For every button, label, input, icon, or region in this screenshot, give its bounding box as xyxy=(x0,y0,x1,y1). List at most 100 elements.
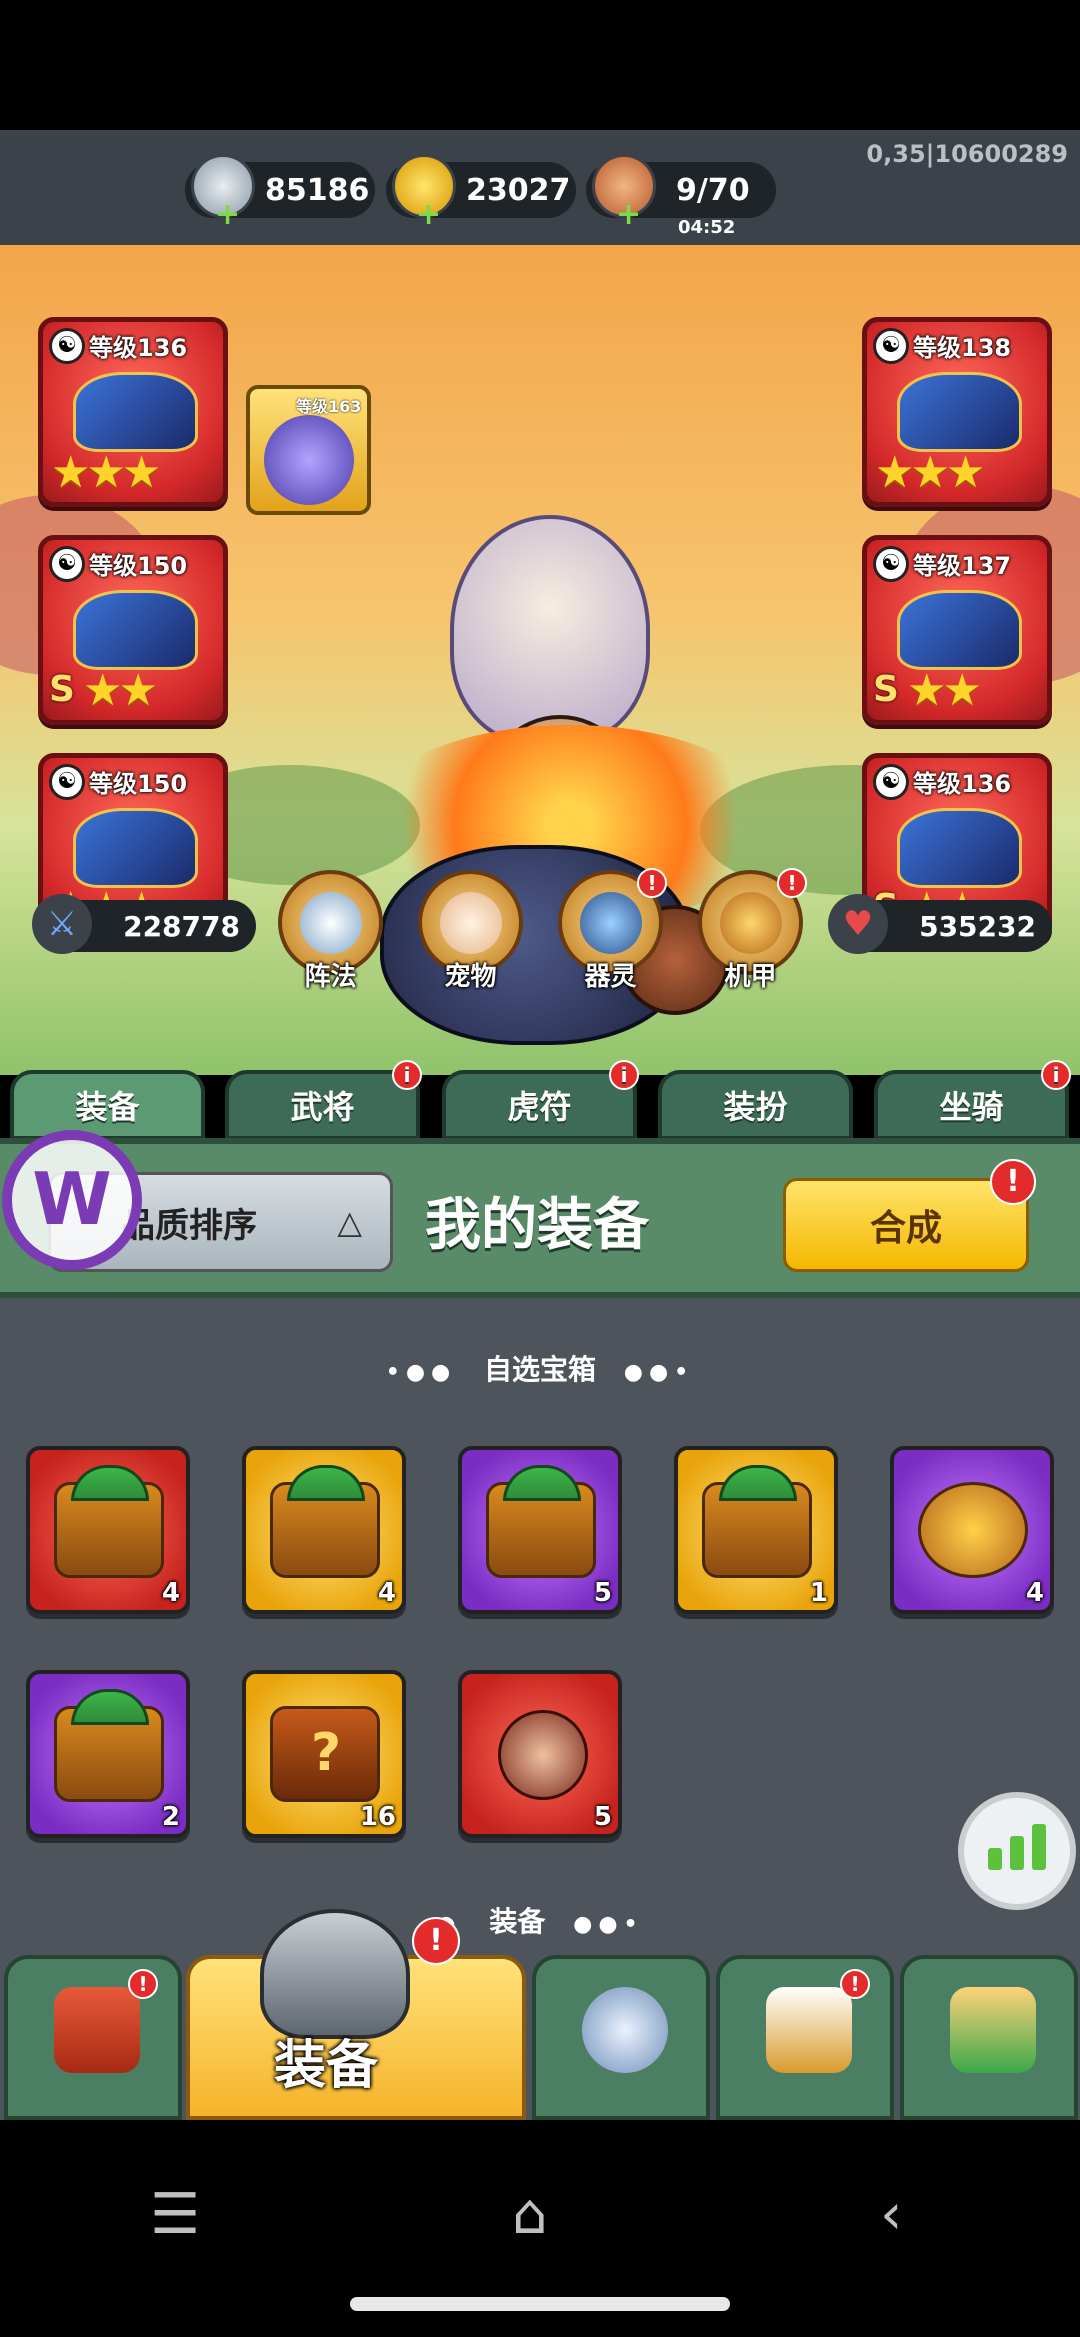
stamina-counter[interactable]: + 9/70 04:52 xyxy=(586,154,776,238)
equipment-slot-2[interactable]: ☯ 等级150 S ★★ xyxy=(38,535,228,725)
nav-generals-button[interactable]: ! xyxy=(716,1955,894,2120)
gate-icon xyxy=(54,1987,140,2073)
weapon-icon xyxy=(73,372,198,452)
mystery-chest-icon: ? xyxy=(270,1706,380,1802)
yinyang-icon: ☯ xyxy=(873,546,909,582)
health-value: 535232 xyxy=(919,909,1036,943)
attack-stat: ⚔ 228778 xyxy=(32,894,256,954)
nav-equipment-label: 装备 xyxy=(273,2036,378,2096)
boots-icon xyxy=(897,590,1022,670)
gold-plus-icon[interactable]: + xyxy=(416,197,441,232)
item-count: 5 xyxy=(593,1578,612,1608)
equipment-panel-header: 品质排序 △ 我的装备 合成 ! xyxy=(0,1138,1080,1298)
item-count: 4 xyxy=(377,1578,396,1608)
equipment-slot-1[interactable]: ☯ 等级136 ★★★ xyxy=(38,317,228,507)
slot-level: 等级138 xyxy=(913,334,1012,362)
mecha-button[interactable]: ! 机甲 xyxy=(698,868,807,992)
home-indicator[interactable] xyxy=(350,2297,730,2311)
slot-grade: S xyxy=(873,669,899,710)
yinyang-icon: ☯ xyxy=(49,328,85,364)
gold-counter[interactable]: + 23027 xyxy=(386,154,576,232)
general-icon xyxy=(766,1987,852,2073)
item-chest[interactable]: 2 xyxy=(26,1670,190,1838)
info-badge: i xyxy=(1041,1060,1071,1090)
item-fragment[interactable]: 5 xyxy=(458,1670,622,1838)
mecha-alert-badge: ! xyxy=(777,868,807,898)
tab-mount[interactable]: 坐骑 i xyxy=(874,1060,1071,1140)
character-fragment-icon xyxy=(498,1710,588,1800)
tab-generals[interactable]: 武将 i xyxy=(225,1060,422,1140)
nav-equipment-button[interactable]: ! 装备 xyxy=(186,1909,526,2120)
stamina-timer: 04:52 xyxy=(678,217,736,238)
chestplate-icon xyxy=(897,372,1022,452)
pet-button[interactable]: 宠物 xyxy=(418,870,523,992)
crossed-swords-icon xyxy=(582,1987,668,2073)
home-icon[interactable]: ⌂ xyxy=(512,2182,548,2247)
item-chest[interactable]: 4 xyxy=(26,1446,190,1614)
tab-costume[interactable]: 装扮 xyxy=(658,1070,853,1140)
tab-label: 装扮 xyxy=(723,1088,788,1126)
slot-level: 等级136 xyxy=(89,334,188,362)
equipment-slot-5[interactable]: ☯ 等级137 S ★★ xyxy=(862,535,1052,725)
spirit-button[interactable]: ! 器灵 xyxy=(558,868,667,992)
section-title-text: 自选宝箱 xyxy=(483,1353,596,1386)
bar-chart-icon xyxy=(1032,1824,1046,1870)
info-badge: i xyxy=(392,1060,422,1090)
merge-button[interactable]: 合成 ! xyxy=(783,1159,1036,1272)
stamina-plus-icon[interactable]: + xyxy=(616,197,641,232)
accessory-icon xyxy=(897,808,1022,888)
silver-plus-icon[interactable]: + xyxy=(215,197,240,232)
yinyang-icon: ☯ xyxy=(873,328,909,364)
nav-battle-button[interactable] xyxy=(532,1955,710,2120)
item-count: 1 xyxy=(809,1578,828,1608)
item-chest[interactable]: ? 16 xyxy=(242,1670,406,1838)
formation-label: 阵法 xyxy=(304,962,357,992)
heart-icon: ♥ xyxy=(828,894,888,954)
slot-stars: ★★ xyxy=(83,665,158,716)
item-chest[interactable]: 4 xyxy=(890,1446,1054,1614)
triangle-up-icon: △ xyxy=(337,1203,362,1241)
armor-icon xyxy=(73,590,198,670)
tiger-chest-icon xyxy=(918,1482,1028,1578)
item-chest[interactable]: 5 xyxy=(458,1446,622,1614)
merge-alert-badge: ! xyxy=(990,1159,1036,1205)
slot-level: 等级136 xyxy=(913,770,1012,798)
menu-icon[interactable]: ☰ xyxy=(150,2182,200,2247)
yinyang-icon: ☯ xyxy=(49,764,85,800)
item-chest[interactable]: 1 xyxy=(674,1446,838,1614)
category-tabs: 装备 武将 i 虎符 i 装扮 坐骑 i xyxy=(0,1060,1080,1140)
chest-icon xyxy=(54,1689,164,1802)
equipment-slot-4[interactable]: ☯ 等级138 ★★★ xyxy=(862,317,1052,507)
back-icon[interactable]: ‹ xyxy=(880,2182,902,2247)
slot-stars: ★★★ xyxy=(875,447,985,498)
shop-alert-badge: ! xyxy=(128,1969,158,1999)
slot-level: 等级150 xyxy=(89,552,188,580)
item-count: 5 xyxy=(593,1802,612,1832)
yinyang-icon: ☯ xyxy=(49,546,85,582)
chest-icon xyxy=(270,1465,380,1578)
info-badge: i xyxy=(609,1060,639,1090)
stats-floating-button[interactable] xyxy=(958,1792,1076,1910)
nav-upgrade-button[interactable] xyxy=(900,1955,1078,2120)
tab-label: 装备 xyxy=(75,1088,140,1126)
silver-counter[interactable]: + 85186 xyxy=(185,154,375,232)
tab-equipment[interactable]: 装备 xyxy=(10,1070,205,1140)
helmet-icon xyxy=(260,1909,410,2039)
tab-label: 坐骑 xyxy=(939,1088,1004,1126)
silver-value: 85186 xyxy=(265,172,370,208)
watermark-logo-icon: W xyxy=(2,1130,142,1270)
attack-value: 228778 xyxy=(123,909,240,943)
slot-stars: ★★★ xyxy=(51,447,161,498)
formation-button[interactable]: 阵法 xyxy=(278,870,383,992)
chest-section-title: •●● 自选宝箱 ●●• xyxy=(0,1348,1080,1388)
gold-value: 23027 xyxy=(466,172,571,208)
item-chest[interactable]: 4 xyxy=(242,1446,406,1614)
stamina-value: 9/70 xyxy=(676,172,750,208)
cat-icon xyxy=(440,892,502,954)
hero-character[interactable] xyxy=(360,515,780,1075)
status-bar xyxy=(0,0,1080,130)
panel-title: 我的装备 xyxy=(425,1193,649,1258)
spirit-alert-badge: ! xyxy=(637,868,667,898)
tab-tiger-tally[interactable]: 虎符 i xyxy=(442,1060,639,1140)
companion-card[interactable]: 等级163 xyxy=(246,385,371,515)
